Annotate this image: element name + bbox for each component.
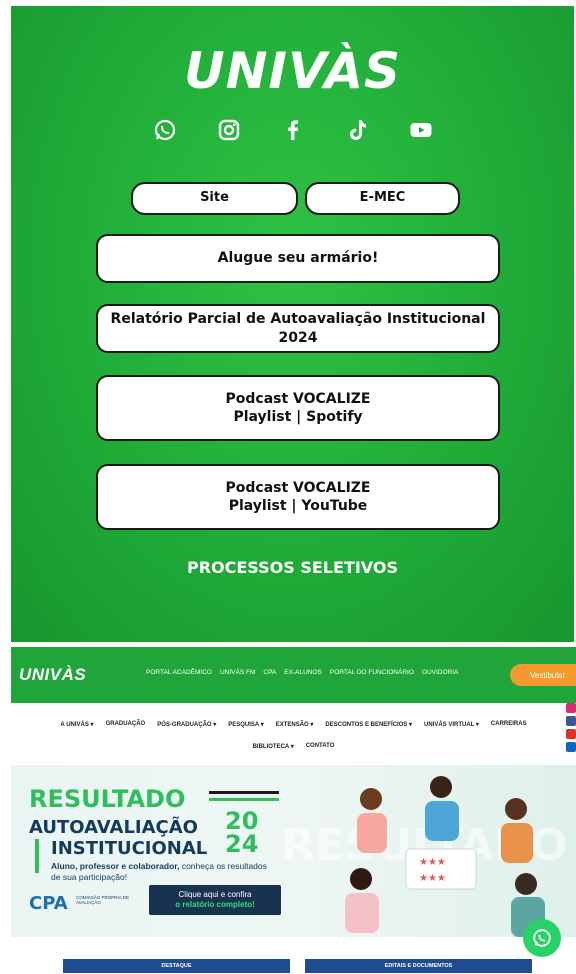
linkedin-icon[interactable] — [566, 742, 576, 752]
topnav-portal-academico[interactable]: PORTAL ACADÊMICO — [146, 669, 212, 676]
relatorio-completo-button[interactable]: Clique aqui e confira o relatório comple… — [149, 885, 281, 915]
relatorio-btn-line1: Clique aqui e confira — [178, 890, 252, 900]
nav-biblioteca[interactable]: BIBLIOTECA ▾ — [253, 743, 294, 750]
facebook-icon[interactable] — [566, 716, 576, 726]
topnav-portal-funcionario[interactable]: PORTAL DO FUNCIONÁRIO — [330, 669, 414, 676]
whatsapp-icon — [533, 929, 551, 947]
banner-accent-bar — [35, 839, 39, 873]
youtube-icon[interactable] — [566, 729, 576, 739]
banner-subtitle: Aluno, professor e colaborador, conheça … — [51, 861, 271, 882]
topnav-cpa[interactable]: CPA — [263, 669, 276, 676]
nav-graduacao[interactable]: GRADUAÇÃO — [106, 721, 146, 727]
cpa-banner[interactable]: RESULTADO AUTOAVALIAÇÃO INSTITUCIONAL 20… — [11, 765, 576, 937]
banner-resultado: RESULTADO — [29, 785, 186, 813]
youtube-icon[interactable] — [409, 118, 433, 142]
site-logo[interactable]: UNIVÀS — [19, 665, 86, 685]
alugue-armario-button[interactable]: Alugue seu armário! — [96, 234, 500, 283]
social-icons — [11, 118, 574, 142]
univas-logo: UNIVÀS — [183, 42, 402, 100]
processos-seletivos-link[interactable]: PROCESSOS SELETIVOS — [11, 558, 574, 577]
relatorio-btn-line2: o relatório completo! — [175, 900, 255, 909]
topnav-ouvidoria[interactable]: OUVIDORIA — [422, 669, 458, 676]
site-header: UNIVÀS PORTAL ACADÊMICO UNIVÁS FM CPA EX… — [11, 647, 576, 703]
tiktok-icon[interactable] — [345, 118, 369, 142]
nav-descontos[interactable]: DESCONTOS E BENEFÍCIOS ▾ — [325, 721, 412, 728]
podcast-youtube-button[interactable]: Podcast VOCALIZE Playlist | YouTube — [96, 464, 500, 530]
nav-pos-graduacao[interactable]: PÓS-GRADUAÇÃO ▾ — [157, 721, 216, 728]
top-nav: PORTAL ACADÊMICO UNIVÁS FM CPA EX-ALUNOS… — [146, 669, 458, 676]
svg-text:★★★: ★★★ — [419, 873, 446, 884]
main-nav-row2: BIBLIOTECA ▾ CONTATO — [11, 743, 576, 750]
vestibular-button[interactable]: Vestibular — [510, 664, 576, 686]
site-button-label: Site — [200, 190, 229, 206]
relatorio-label: Relatório Parcial de Autoavaliação Insti… — [110, 311, 486, 346]
banner-autoavaliacao: AUTOAVALIAÇÃO — [29, 817, 198, 838]
nav-carreiras[interactable]: CARREIRAS — [491, 721, 527, 727]
site-button[interactable]: Site — [131, 182, 298, 215]
nav-contato[interactable]: CONTATO — [306, 743, 335, 750]
emec-button[interactable]: E-MEC — [305, 182, 460, 215]
banner-institucional: INSTITUCIONAL — [51, 838, 208, 859]
instagram-icon[interactable] — [217, 118, 241, 142]
instagram-icon[interactable] — [566, 703, 576, 713]
banner-lines — [209, 791, 279, 805]
banner-year: 20 24 — [225, 809, 259, 858]
alugue-armario-label: Alugue seu armário! — [217, 250, 379, 267]
whatsapp-icon[interactable] — [153, 118, 177, 142]
tab-destaque[interactable]: DESTAQUE — [63, 959, 290, 973]
nav-extensao[interactable]: EXTENSÃO ▾ — [276, 721, 314, 728]
website-preview: UNIVÀS PORTAL ACADÊMICO UNIVÁS FM CPA EX… — [11, 647, 576, 974]
topnav-univas-fm[interactable]: UNIVÁS FM — [220, 669, 255, 676]
main-nav: A UNIVÁS ▾ GRADUAÇÃO PÓS-GRADUAÇÃO ▾ PES… — [11, 709, 576, 739]
banner-subtitle-bold: Aluno, professor e colaborador, — [51, 861, 180, 871]
nav-pesquisa[interactable]: PESQUISA ▾ — [228, 721, 263, 728]
facebook-icon[interactable] — [281, 118, 305, 142]
podcast-spotify-line1: Podcast VOCALIZE — [225, 390, 371, 407]
tab-editais-documentos[interactable]: EDITAIS E DOCUMENTOS — [305, 959, 532, 973]
podcast-youtube-line1: Podcast VOCALIZE — [225, 479, 371, 496]
podcast-spotify-line2: Playlist | Spotify — [233, 409, 363, 425]
podcast-spotify-button[interactable]: Podcast VOCALIZE Playlist | Spotify — [96, 375, 500, 441]
svg-text:★★★: ★★★ — [419, 857, 446, 868]
banner-year-bottom: 24 — [225, 829, 259, 858]
whatsapp-float-button[interactable] — [523, 919, 561, 957]
side-social-bar — [566, 703, 576, 755]
nav-univas-virtual[interactable]: UNIVÁS VIRTUAL ▾ — [424, 721, 479, 728]
illustration-people: ★★★ ★★★ — [345, 776, 545, 937]
podcast-youtube-line2: Playlist | YouTube — [228, 498, 368, 514]
cpa-logo-subtitle: COMISSÃO PRÓPRIA DE AVALIAÇÃO — [76, 895, 130, 906]
emec-button-label: E-MEC — [359, 190, 406, 206]
cpa-logo: CPA — [29, 893, 68, 914]
nav-a-univas[interactable]: A UNIVÁS ▾ — [60, 721, 93, 728]
topnav-ex-alunos[interactable]: EX-ALUNOS — [284, 669, 322, 676]
relatorio-button[interactable]: Relatório Parcial de Autoavaliação Insti… — [96, 304, 500, 353]
link-in-bio-panel: UNIVÀS Site E-MEC Alugue seu armário! Re… — [11, 6, 574, 642]
